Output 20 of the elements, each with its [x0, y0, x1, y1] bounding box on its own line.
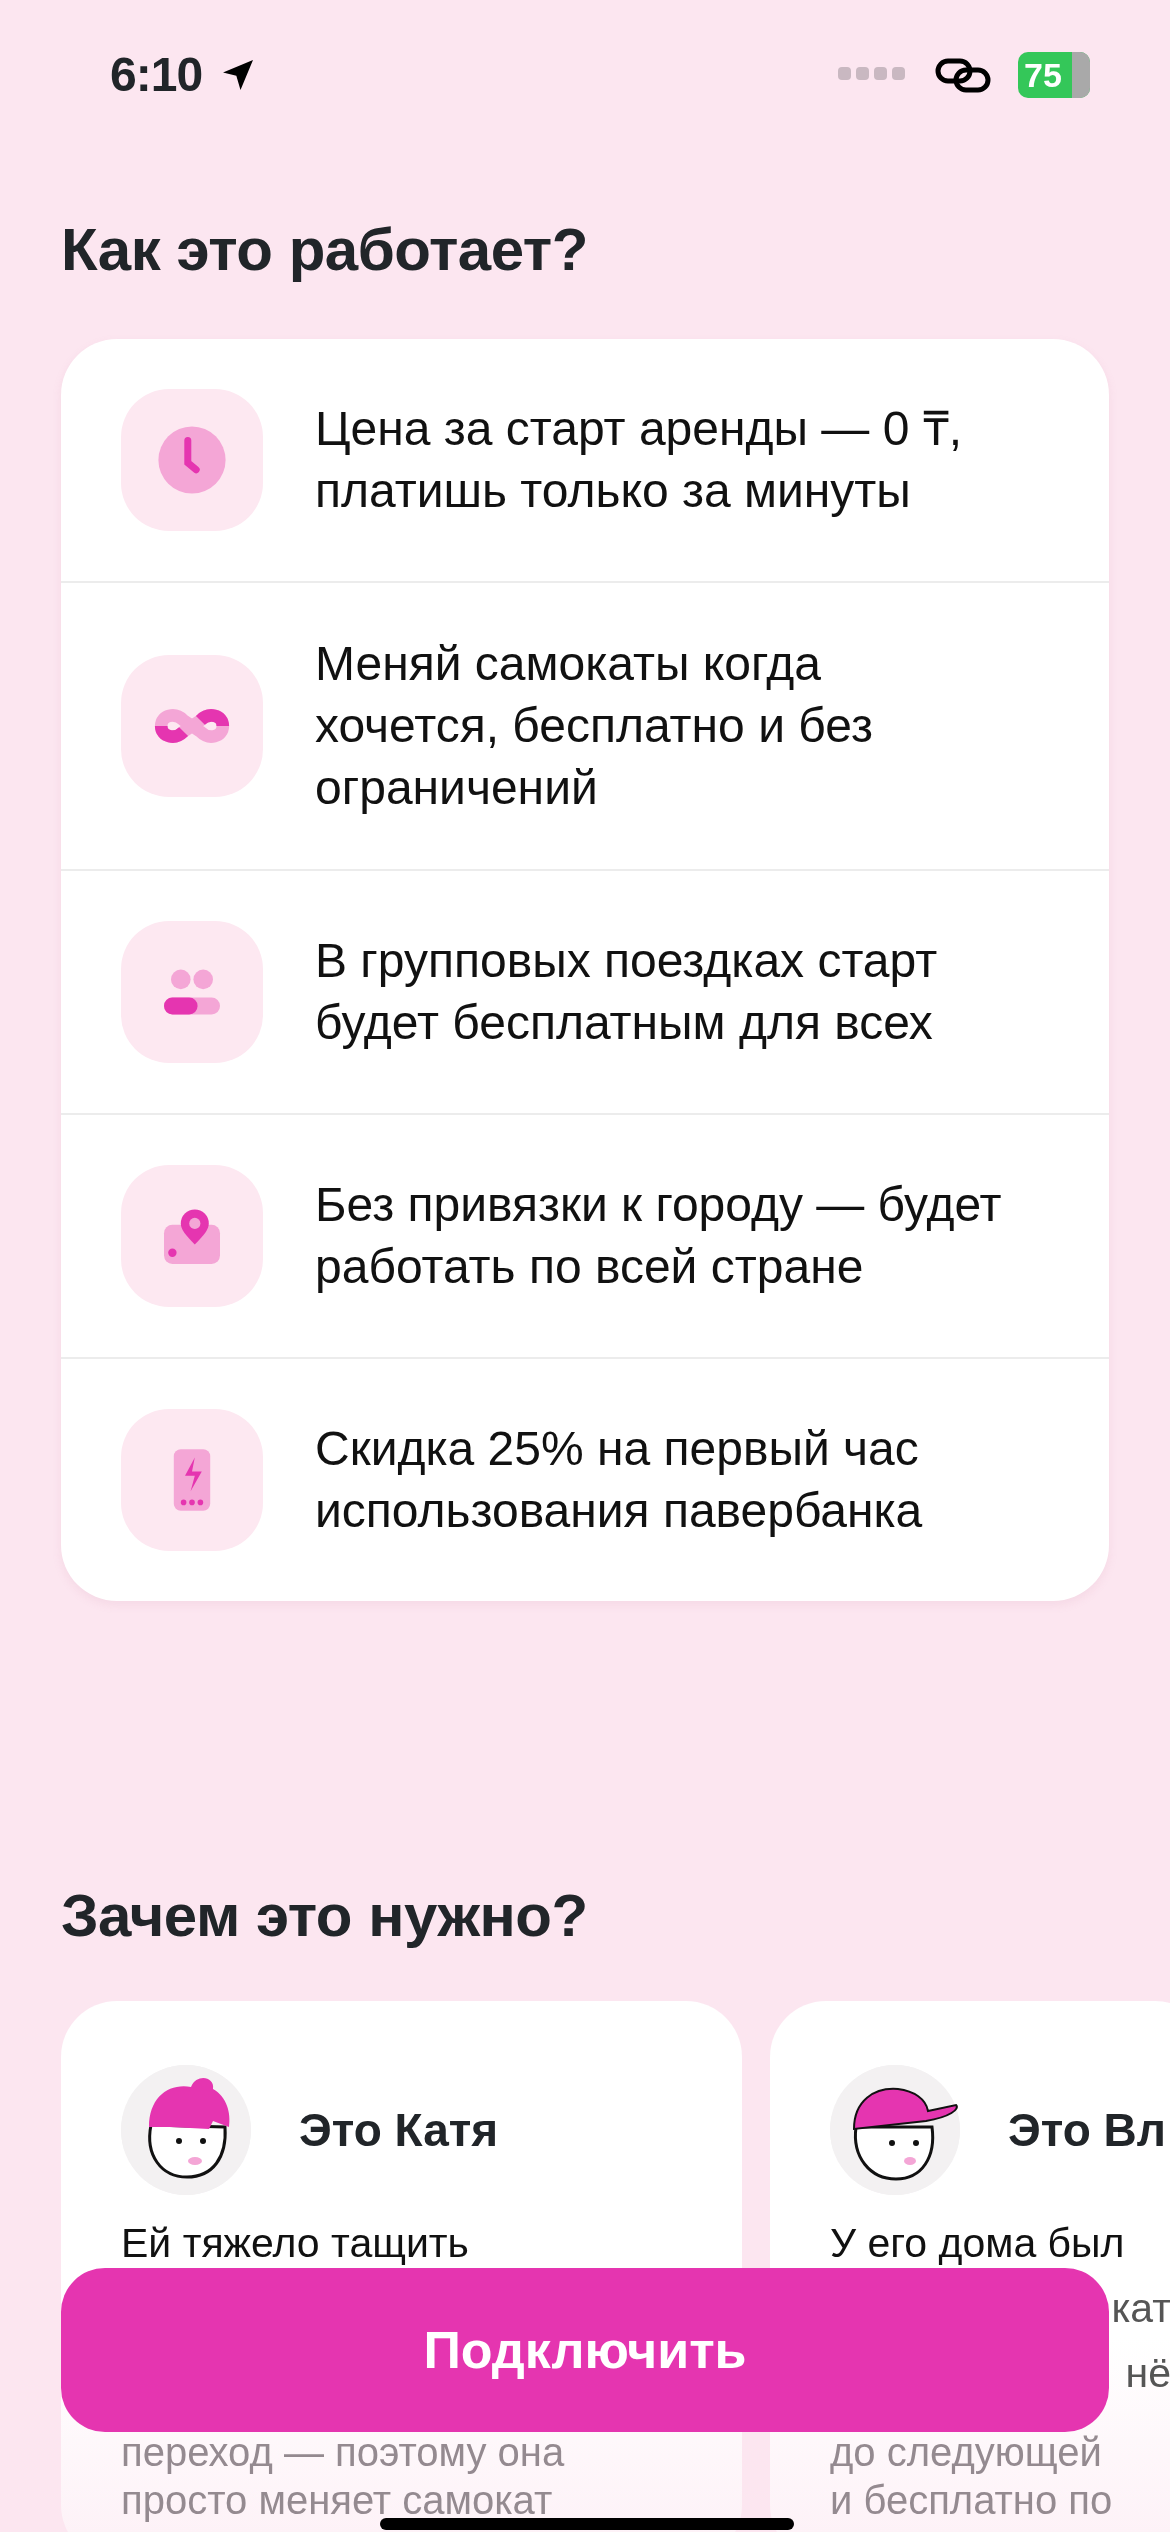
story-text: до следующей: [830, 2429, 1103, 2476]
connect-button[interactable]: Подключить: [61, 2268, 1109, 2432]
story-text: Ей тяжело тащить: [121, 2219, 470, 2268]
feature-text: Цена за старт аренды — 0 ₸, платишь только за минуты: [315, 401, 964, 519]
story-text: У его дома был: [830, 2219, 1126, 2268]
feature-text: Скидка 25% на первый час использования павербанка: [315, 1421, 924, 1539]
feature-text: Меняй самокаты когда хочется, бесплатно и без ограничений: [315, 636, 874, 816]
person-name: Это Катя: [299, 2102, 499, 2158]
feature-text: Без привязки к городу — будет работать по всей стране: [315, 1177, 1003, 1295]
feature-text: В групповых поездках старт будет бесплатным для всех: [315, 933, 939, 1051]
story-text: переход — поэтому она: [121, 2429, 566, 2476]
story-text: кат: [1110, 2284, 1170, 2333]
person-name: Это Вл: [1008, 2102, 1166, 2158]
story-text: и бесплатно по: [830, 2477, 1114, 2524]
battery-icon: 75: [1018, 52, 1090, 98]
status-time: 6:10: [110, 47, 203, 103]
story-text: просто меняет самокат: [121, 2477, 554, 2524]
story-text: нё: [1124, 2349, 1170, 2398]
section-title: Как это работает?: [61, 215, 589, 285]
section-title: Зачем это нужно?: [61, 1881, 589, 1951]
